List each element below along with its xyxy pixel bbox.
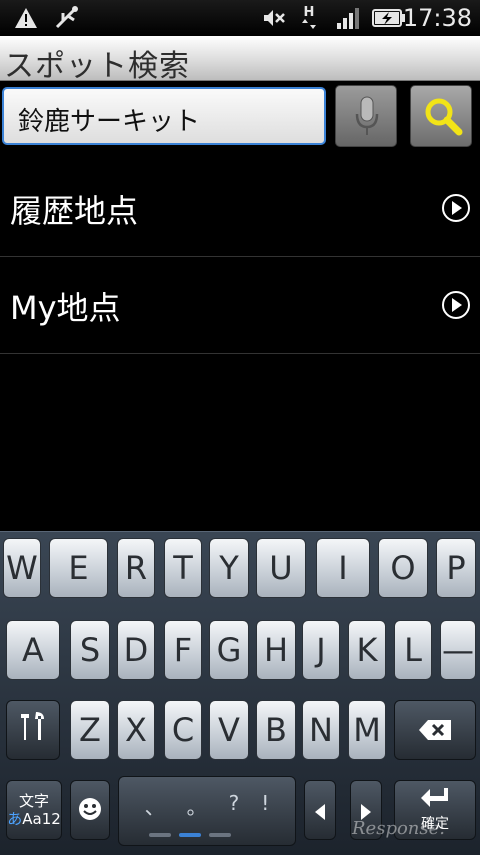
key-t[interactable]: T: [164, 538, 202, 598]
watermark: Response.: [352, 818, 446, 839]
period-symbol: 。: [186, 795, 207, 819]
battery-charging-icon: [372, 6, 406, 30]
key-b[interactable]: B: [256, 700, 296, 760]
play-arrow-icon: [442, 194, 470, 222]
space-key[interactable]: 、 。 ? !: [118, 776, 296, 846]
key-u[interactable]: U: [256, 538, 306, 598]
warning-icon: [14, 6, 38, 30]
key-a[interactable]: A: [6, 620, 60, 680]
microphone-icon: [354, 96, 380, 142]
key-n[interactable]: N: [302, 700, 340, 760]
on-screen-keyboard: W E R T Y U I O P A S D F G H J K L — Z …: [0, 531, 480, 855]
network-type-label: H: [303, 5, 315, 20]
signal-icon: [336, 6, 360, 30]
backspace-icon: [418, 711, 452, 749]
page-title: スポット検索: [4, 49, 190, 84]
exclamation-symbol: !: [261, 791, 270, 815]
key-y[interactable]: Y: [209, 538, 249, 598]
emoji-key[interactable]: [70, 780, 110, 840]
key-h[interactable]: H: [256, 620, 296, 680]
key-j[interactable]: J: [302, 620, 340, 680]
input-mode-key[interactable]: 文字 あ Aa12: [6, 780, 62, 840]
list-item-history[interactable]: 履歴地点: [0, 160, 480, 257]
key-tools[interactable]: [6, 700, 60, 760]
list-item-my-spots[interactable]: My地点: [0, 257, 480, 354]
title-bar: スポット検索: [0, 36, 480, 84]
key-i[interactable]: I: [316, 538, 370, 598]
search-icon: [423, 96, 463, 140]
key-g[interactable]: G: [209, 620, 249, 680]
search-button[interactable]: [410, 85, 472, 147]
key-p[interactable]: P: [436, 538, 476, 598]
backspace-key[interactable]: [394, 700, 476, 760]
input-mode-label: 文字: [18, 792, 49, 810]
status-bar: H 17:38: [0, 0, 480, 36]
key-x[interactable]: X: [117, 700, 155, 760]
question-symbol: ?: [228, 791, 240, 815]
play-arrow-icon: [442, 291, 470, 319]
key-w[interactable]: W: [3, 538, 41, 598]
key-o[interactable]: O: [378, 538, 428, 598]
key-c[interactable]: C: [164, 700, 202, 760]
input-mode-alpha: Aa12: [22, 810, 61, 828]
search-input[interactable]: 鈴鹿サーキット: [2, 87, 326, 145]
list-item-label: 履歴地点: [10, 192, 139, 230]
page-indicator: [149, 833, 231, 837]
cursor-left-key[interactable]: [304, 780, 336, 840]
key-e[interactable]: E: [49, 538, 108, 598]
key-m[interactable]: M: [348, 700, 386, 760]
mute-icon: [262, 6, 286, 30]
arrow-left-icon: [314, 791, 326, 829]
key-f[interactable]: F: [164, 620, 202, 680]
smiley-icon: [78, 791, 102, 829]
voice-search-button[interactable]: [335, 85, 397, 147]
key-s[interactable]: S: [70, 620, 110, 680]
key-l[interactable]: L: [394, 620, 432, 680]
comma-symbol: 、: [144, 795, 165, 819]
clock: 17:38: [402, 4, 472, 32]
enter-icon: [420, 787, 450, 813]
input-mode-kana: あ: [7, 810, 23, 828]
search-input-value: 鈴鹿サーキット: [18, 107, 201, 137]
key-long-dash[interactable]: —: [440, 620, 476, 680]
list-item-label: My地点: [10, 289, 121, 327]
key-k[interactable]: K: [348, 620, 386, 680]
hspa-data-icon: H: [302, 6, 316, 30]
tools-icon: [16, 709, 50, 751]
usb-icon: [54, 6, 80, 30]
key-d[interactable]: D: [117, 620, 155, 680]
key-v[interactable]: V: [209, 700, 249, 760]
key-r[interactable]: R: [117, 538, 155, 598]
key-z[interactable]: Z: [70, 700, 110, 760]
